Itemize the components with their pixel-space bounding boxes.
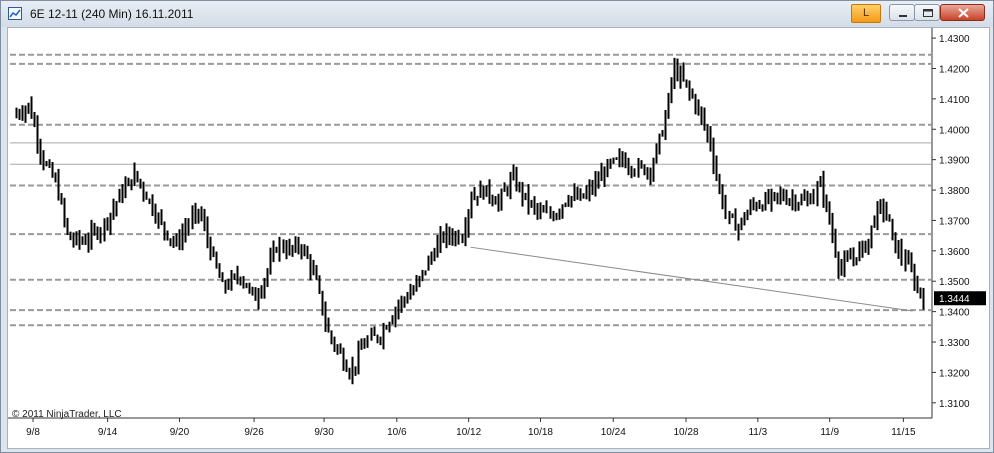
price-tick-label: 1.4000	[939, 125, 970, 136]
time-tick-label: 9/20	[170, 427, 190, 438]
price-tick-label: 1.3400	[939, 308, 970, 319]
copyright-text: © 2011 NinjaTrader, LLC	[12, 409, 122, 420]
price-tick-label: 1.4300	[939, 34, 970, 45]
time-axis: 9/8 9/14 9/20 9/26 9/30 10/6 10/12 10/18 10/24 10…	[8, 417, 932, 438]
window-title: 6E 12-11 (240 Min) 16.11.2011	[30, 7, 194, 21]
price-tick-label: 1.3200	[939, 368, 970, 379]
minimize-icon	[899, 15, 907, 17]
price-tick-label: 1.4200	[939, 64, 970, 75]
chart-app-icon	[8, 7, 22, 20]
price-tick-label: 1.3900	[939, 156, 970, 167]
price-tick-label: 1.3100	[939, 399, 970, 410]
chart-area[interactable]: 1.4300 1.4200 1.4100 1.4000 1.3900 1.3800 1.37…	[7, 27, 990, 449]
price-chart[interactable]: 1.4300 1.4200 1.4100 1.4000 1.3900 1.3800 1.37…	[8, 28, 989, 448]
close-icon	[958, 8, 969, 18]
last-price-label: 1.3444	[939, 294, 970, 305]
time-tick-label: 9/8	[26, 427, 40, 438]
time-tick-label: 11/3	[748, 427, 767, 438]
chart-window: 6E 12-11 (240 Min) 16.11.2011 L 1.4300 1.…	[0, 0, 994, 453]
time-tick-label: 9/14	[98, 427, 118, 438]
title-bar: 6E 12-11 (240 Min) 16.11.2011 L	[1, 1, 993, 27]
time-tick-label: 10/6	[387, 427, 407, 438]
time-tick-label: 9/26	[244, 427, 264, 438]
maximize-icon	[923, 9, 933, 17]
maximize-button[interactable]	[914, 4, 940, 21]
minimize-button[interactable]	[889, 4, 915, 21]
price-tick-label: 1.3600	[939, 247, 970, 258]
price-tick-label: 1.3500	[939, 277, 970, 288]
time-tick-label: 11/15	[891, 427, 916, 438]
time-tick-label: 10/24	[601, 427, 626, 438]
time-tick-label: 10/28	[673, 427, 698, 438]
price-tick-label: 1.3700	[939, 216, 970, 227]
link-badge-button[interactable]: L	[851, 4, 881, 23]
time-tick-label: 11/9	[820, 427, 839, 438]
time-tick-label: 10/18	[528, 427, 553, 438]
price-tick-label: 1.3300	[939, 338, 970, 349]
time-tick-label: 10/12	[456, 427, 481, 438]
price-bars	[15, 57, 925, 385]
price-tick-label: 1.4100	[939, 95, 970, 106]
close-button[interactable]	[940, 4, 985, 21]
price-axis: 1.4300 1.4200 1.4100 1.4000 1.3900 1.3800 1.37…	[931, 28, 986, 418]
time-tick-label: 9/30	[314, 427, 334, 438]
price-tick-label: 1.3800	[939, 186, 970, 197]
